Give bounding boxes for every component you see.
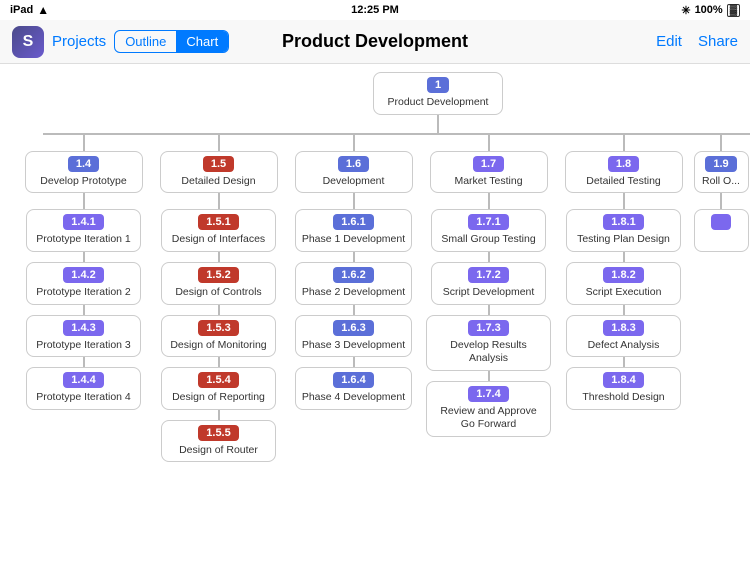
col-header-1-6: 1.6 Development xyxy=(295,151,413,194)
chart-area[interactable]: 1 Product Development 1.4 Develop Protot… xyxy=(0,64,750,563)
badge-1-9: 1.9 xyxy=(705,156,736,172)
label-1-5: Detailed Design xyxy=(181,175,255,187)
chart-button[interactable]: Chart xyxy=(176,31,228,52)
projects-button[interactable]: Projects xyxy=(52,33,106,50)
battery-label: 100% xyxy=(695,4,723,16)
node-1-7-3: 1.7.3 Develop Results Analysis xyxy=(426,315,551,371)
label-1-7: Market Testing xyxy=(454,175,522,187)
column-1-9: 1.9 Roll O... xyxy=(691,135,750,252)
badge-1-8: 1.8 xyxy=(608,156,639,172)
status-bar: iPad ▲ 12:25 PM ✳ 100% ▓ xyxy=(0,0,750,20)
status-right: ✳ 100% ▓ xyxy=(681,4,740,17)
node-1-6-4: 1.6.4 Phase 4 Development xyxy=(295,367,412,410)
root-label: Product Development xyxy=(388,96,489,108)
label-1-4: Develop Prototype xyxy=(40,175,126,187)
col-header-1-4: 1.4 Develop Prototype xyxy=(25,151,143,194)
edit-button[interactable]: Edit xyxy=(656,33,682,50)
node-1-5-3: 1.5.3 Design of Monitoring xyxy=(161,315,276,358)
badge-1-5: 1.5 xyxy=(203,156,234,172)
label-1-6: Development xyxy=(323,175,385,187)
node-1-5-4: 1.5.4 Design of Reporting xyxy=(161,367,276,410)
node-1-4-4: 1.4.4 Prototype Iteration 4 xyxy=(26,367,141,410)
bluetooth-icon: ✳ xyxy=(681,4,690,17)
node-1-8-4: 1.8.4 Threshold Design xyxy=(566,367,681,410)
node-1-6-3: 1.6.3 Phase 3 Development xyxy=(295,315,412,358)
col-header-1-8: 1.8 Detailed Testing xyxy=(565,151,683,194)
badge-1-6: 1.6 xyxy=(338,156,369,172)
col-header-1-7: 1.7 Market Testing xyxy=(430,151,548,194)
battery-icon: ▓ xyxy=(727,4,740,17)
node-1-8-2: 1.8.2 Script Execution xyxy=(566,262,681,305)
column-1-5: 1.5 Detailed Design 1.5.1 Design of Inte… xyxy=(151,135,286,463)
node-1-8-3: 1.8.3 Defect Analysis xyxy=(566,315,681,358)
node-1-6-2: 1.6.2 Phase 2 Development xyxy=(295,262,412,305)
node-1-4-2: 1.4.2 Prototype Iteration 2 xyxy=(26,262,141,305)
badge-1-7: 1.7 xyxy=(473,156,504,172)
node-1-9-partial xyxy=(694,209,749,252)
col-header-1-9: 1.9 Roll O... xyxy=(694,151,749,194)
node-1-5-5: 1.5.5 Design of Router xyxy=(161,420,276,463)
badge-1-4: 1.4 xyxy=(68,156,99,172)
ipad-label: iPad xyxy=(10,4,33,16)
node-1-4-1: 1.4.1 Prototype Iteration 1 xyxy=(26,209,141,252)
column-1-8: 1.8 Detailed Testing 1.8.1 Testing Plan … xyxy=(556,135,691,410)
node-1-6-1: 1.6.1 Phase 1 Development xyxy=(295,209,412,252)
nav-bar: S Projects Outline Chart Product Develop… xyxy=(0,20,750,64)
col-header-1-5: 1.5 Detailed Design xyxy=(160,151,278,194)
view-toggle: Outline Chart xyxy=(114,30,229,53)
node-1-4-3: 1.4.3 Prototype Iteration 3 xyxy=(26,315,141,358)
node-1-7-4: 1.7.4 Review and Approve Go Forward xyxy=(426,381,551,437)
status-left: iPad ▲ xyxy=(10,3,49,17)
root-badge: 1 xyxy=(427,77,449,93)
nav-title: Product Development xyxy=(282,31,468,52)
root-node: 1 Product Development xyxy=(373,72,503,115)
column-1-7: 1.7 Market Testing 1.7.1 Small Group Tes… xyxy=(421,135,556,437)
wifi-icon: ▲ xyxy=(37,3,49,17)
column-1-6: 1.6 Development 1.6.1 Phase 1 Developmen… xyxy=(286,135,421,410)
node-1-5-2: 1.5.2 Design of Controls xyxy=(161,262,276,305)
nav-right: Edit Share xyxy=(656,33,738,50)
node-1-7-1: 1.7.1 Small Group Testing xyxy=(431,209,546,252)
label-1-8: Detailed Testing xyxy=(586,175,661,187)
nav-left: S Projects Outline Chart xyxy=(12,26,229,58)
node-1-8-1: 1.8.1 Testing Plan Design xyxy=(566,209,681,252)
column-1-4: 1.4 Develop Prototype 1.4.1 Prototype It… xyxy=(16,135,151,410)
app-logo: S xyxy=(12,26,44,58)
outline-button[interactable]: Outline xyxy=(115,31,176,52)
label-1-9: Roll O... xyxy=(702,175,740,187)
node-1-5-1: 1.5.1 Design of Interfaces xyxy=(161,209,276,252)
node-1-7-2: 1.7.2 Script Development xyxy=(431,262,546,305)
status-time: 12:25 PM xyxy=(351,4,399,16)
share-button[interactable]: Share xyxy=(698,33,738,50)
